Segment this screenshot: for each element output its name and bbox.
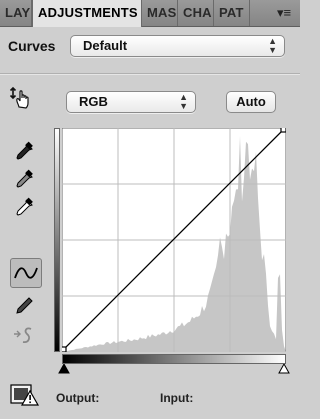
curve-point-tool[interactable]	[10, 258, 42, 288]
preset-select-value: Default	[83, 38, 128, 53]
gray-point-eyedropper[interactable]	[10, 166, 38, 194]
white-point-eyedropper-icon	[16, 197, 33, 216]
curve-point-black[interactable]	[62, 346, 67, 352]
output-gradient-bar	[54, 128, 60, 352]
black-point-eyedropper-icon	[16, 141, 33, 160]
on-image-adjust-tool[interactable]	[8, 84, 36, 112]
clipping-warning-icon[interactable]	[10, 383, 40, 407]
input-label: Input:	[160, 391, 194, 405]
curves-graph[interactable]	[62, 128, 286, 352]
input-gradient-bar	[62, 354, 286, 364]
smooth-curve-tool[interactable]	[10, 322, 38, 350]
panel-menu-icon[interactable]: ▾≡	[272, 4, 296, 22]
panel-title: Curves	[8, 38, 56, 54]
channel-select[interactable]: RGB ▲ ▼	[66, 91, 196, 113]
tab-adjustments[interactable]: ADJUSTMENTS	[32, 0, 142, 27]
white-input-slider[interactable]	[278, 364, 290, 374]
tab-paths[interactable]: PAT	[214, 0, 250, 26]
preset-select[interactable]: Default ▲ ▼	[70, 35, 285, 57]
tab-channels[interactable]: CHA	[178, 0, 214, 26]
black-input-slider[interactable]	[58, 364, 70, 374]
select-arrows-icon: ▲ ▼	[179, 92, 188, 111]
on-image-adjust-icon	[9, 86, 29, 109]
auto-button[interactable]: Auto	[226, 91, 276, 113]
panel-tab-bar: LAY ADJUSTMENTS MAS CHA PAT ▾≡	[0, 0, 300, 27]
black-point-eyedropper[interactable]	[10, 138, 38, 166]
gray-point-eyedropper-icon	[16, 169, 33, 188]
smooth-curve-icon	[14, 327, 32, 343]
output-label: Output:	[56, 391, 100, 405]
divider	[0, 73, 300, 75]
tab-layers[interactable]: LAY	[0, 0, 32, 26]
channel-select-value: RGB	[79, 94, 108, 109]
pencil-tool[interactable]	[10, 292, 38, 320]
curve-point-tool-icon	[14, 267, 38, 279]
pencil-tool-icon	[16, 297, 33, 314]
white-point-eyedropper[interactable]	[10, 194, 38, 222]
select-arrows-icon: ▲ ▼	[268, 36, 277, 55]
curve-point-white[interactable]	[280, 128, 286, 133]
tab-masks[interactable]: MAS	[142, 0, 178, 26]
